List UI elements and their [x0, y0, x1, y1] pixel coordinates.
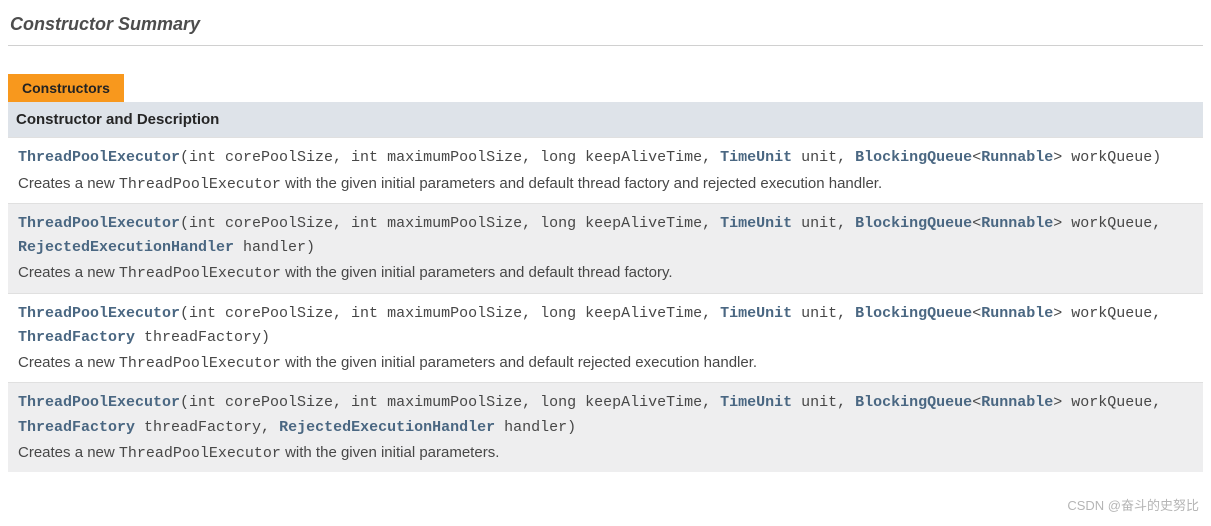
params-text: > workQueue): [1053, 149, 1161, 166]
desc-post: with the given initial parameters and de…: [281, 354, 757, 371]
type-link-blockingqueue[interactable]: BlockingQueue: [855, 394, 972, 411]
type-link-rejectedexecutionhandler[interactable]: RejectedExecutionHandler: [279, 419, 495, 436]
desc-post: with the given initial parameters and de…: [281, 175, 882, 192]
table-caption: Constructors: [8, 74, 124, 102]
desc-post: with the given initial parameters.: [281, 444, 499, 461]
desc-pre: Creates a new: [18, 354, 119, 371]
type-link-timeunit[interactable]: TimeUnit: [720, 394, 792, 411]
params-text: (int corePoolSize, int maximumPoolSize, …: [180, 149, 720, 166]
table-header: Constructor and Description: [8, 102, 1203, 137]
params-text: <: [972, 149, 981, 166]
params-text: unit,: [792, 394, 855, 411]
desc-post: with the given initial parameters and de…: [281, 264, 673, 281]
type-link-timeunit[interactable]: TimeUnit: [720, 305, 792, 322]
params-text: (int corePoolSize, int maximumPoolSize, …: [180, 305, 720, 322]
type-link-threadfactory[interactable]: ThreadFactory: [18, 419, 135, 436]
params-text: threadFactory,: [135, 419, 279, 436]
table-row: ThreadPoolExecutor(int corePoolSize, int…: [8, 137, 1203, 203]
params-text: threadFactory): [135, 329, 270, 346]
constructor-name-link[interactable]: ThreadPoolExecutor: [18, 305, 180, 322]
params-text: > workQueue,: [1053, 305, 1161, 322]
type-link-runnable[interactable]: Runnable: [981, 149, 1053, 166]
class-ref: ThreadPoolExecutor: [119, 176, 281, 193]
type-link-runnable[interactable]: Runnable: [981, 215, 1053, 232]
params-text: unit,: [792, 149, 855, 166]
desc-pre: Creates a new: [18, 175, 119, 192]
params-text: > workQueue,: [1053, 215, 1161, 232]
params-text: (int corePoolSize, int maximumPoolSize, …: [180, 215, 720, 232]
params-text: <: [972, 305, 981, 322]
class-ref: ThreadPoolExecutor: [119, 355, 281, 372]
type-link-timeunit[interactable]: TimeUnit: [720, 149, 792, 166]
constructor-signature: ThreadPoolExecutor(int corePoolSize, int…: [18, 301, 1193, 350]
params-text: handler): [495, 419, 576, 436]
type-link-blockingqueue[interactable]: BlockingQueue: [855, 215, 972, 232]
constructor-signature: ThreadPoolExecutor(int corePoolSize, int…: [18, 145, 1193, 169]
table-row: ThreadPoolExecutor(int corePoolSize, int…: [8, 203, 1203, 293]
constructor-name-link[interactable]: ThreadPoolExecutor: [18, 215, 180, 232]
type-link-runnable[interactable]: Runnable: [981, 305, 1053, 322]
class-ref: ThreadPoolExecutor: [119, 445, 281, 462]
type-link-threadfactory[interactable]: ThreadFactory: [18, 329, 135, 346]
params-text: <: [972, 215, 981, 232]
desc-pre: Creates a new: [18, 264, 119, 281]
table-row: ThreadPoolExecutor(int corePoolSize, int…: [8, 382, 1203, 472]
type-link-runnable[interactable]: Runnable: [981, 394, 1053, 411]
constructor-name-link[interactable]: ThreadPoolExecutor: [18, 149, 180, 166]
type-link-blockingqueue[interactable]: BlockingQueue: [855, 305, 972, 322]
constructor-signature: ThreadPoolExecutor(int corePoolSize, int…: [18, 211, 1193, 260]
params-text: <: [972, 394, 981, 411]
constructors-table: Constructors Constructor and Description…: [8, 74, 1203, 472]
params-text: > workQueue,: [1053, 394, 1161, 411]
type-link-rejectedexecutionhandler[interactable]: RejectedExecutionHandler: [18, 239, 234, 256]
type-link-timeunit[interactable]: TimeUnit: [720, 215, 792, 232]
constructor-description: Creates a new ThreadPoolExecutor with th…: [18, 172, 1193, 196]
params-text: (int corePoolSize, int maximumPoolSize, …: [180, 394, 720, 411]
params-text: handler): [234, 239, 315, 256]
class-ref: ThreadPoolExecutor: [119, 265, 281, 282]
constructor-description: Creates a new ThreadPoolExecutor with th…: [18, 261, 1193, 285]
table-row: ThreadPoolExecutor(int corePoolSize, int…: [8, 293, 1203, 383]
watermark-text: CSDN @奋斗的史努比: [1067, 495, 1199, 514]
constructor-name-link[interactable]: ThreadPoolExecutor: [18, 394, 180, 411]
constructor-description: Creates a new ThreadPoolExecutor with th…: [18, 351, 1193, 375]
desc-pre: Creates a new: [18, 444, 119, 461]
constructor-signature: ThreadPoolExecutor(int corePoolSize, int…: [18, 390, 1193, 439]
params-text: unit,: [792, 305, 855, 322]
section-title: Constructor Summary: [8, 8, 1203, 46]
type-link-blockingqueue[interactable]: BlockingQueue: [855, 149, 972, 166]
constructor-description: Creates a new ThreadPoolExecutor with th…: [18, 441, 1193, 465]
params-text: unit,: [792, 215, 855, 232]
